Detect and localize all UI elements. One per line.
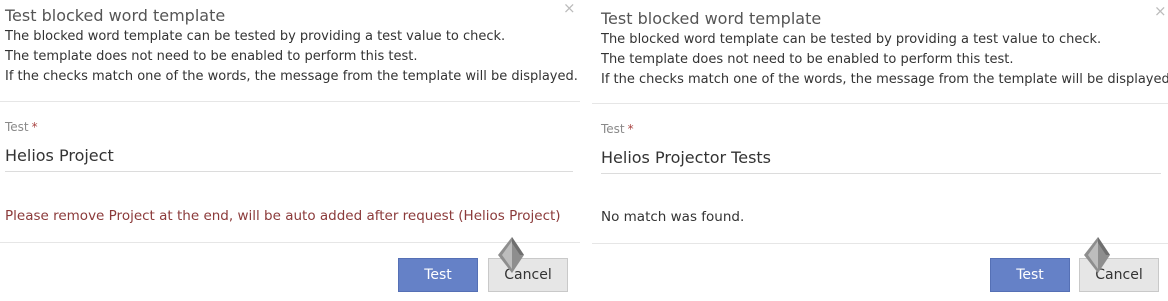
- description-line: If the checks match one of the words, th…: [5, 69, 578, 84]
- required-marker: *: [627, 122, 634, 136]
- dialog-description: The blocked word template can be tested …: [601, 30, 1168, 90]
- close-icon[interactable]: ×: [1154, 4, 1167, 19]
- dialog-title: Test blocked word template: [5, 6, 226, 25]
- test-button[interactable]: Test: [990, 258, 1070, 292]
- divider: [0, 101, 580, 102]
- dialog-description: The blocked word template can be tested …: [5, 27, 578, 87]
- description-line: If the checks match one of the words, th…: [601, 72, 1168, 87]
- description-line: The blocked word template can be tested …: [5, 29, 506, 44]
- test-dialog-right: Test blocked word template × The blocked…: [592, 0, 1168, 301]
- test-button[interactable]: Test: [398, 258, 478, 292]
- test-field-label: Test *: [601, 122, 634, 136]
- result-message: Please remove Project at the end, will b…: [5, 208, 561, 224]
- result-message: No match was found.: [601, 209, 745, 225]
- dialog-title: Test blocked word template: [601, 9, 822, 28]
- description-line: The blocked word template can be tested …: [601, 32, 1102, 47]
- description-line: The template does not need to be enabled…: [601, 52, 1014, 67]
- test-field-label-text: Test: [5, 120, 29, 134]
- close-icon[interactable]: ×: [563, 1, 576, 16]
- divider: [592, 103, 1168, 104]
- test-dialog-left: Test blocked word template × The blocked…: [0, 0, 580, 301]
- cancel-button[interactable]: Cancel: [488, 258, 568, 292]
- test-input[interactable]: [601, 141, 1161, 174]
- divider: [0, 242, 580, 243]
- required-marker: *: [31, 120, 38, 134]
- test-field-label-text: Test: [601, 122, 625, 136]
- divider: [592, 243, 1168, 244]
- test-input[interactable]: [5, 139, 573, 172]
- test-field-label: Test *: [5, 120, 38, 134]
- cancel-button[interactable]: Cancel: [1079, 258, 1159, 292]
- description-line: The template does not need to be enabled…: [5, 49, 418, 64]
